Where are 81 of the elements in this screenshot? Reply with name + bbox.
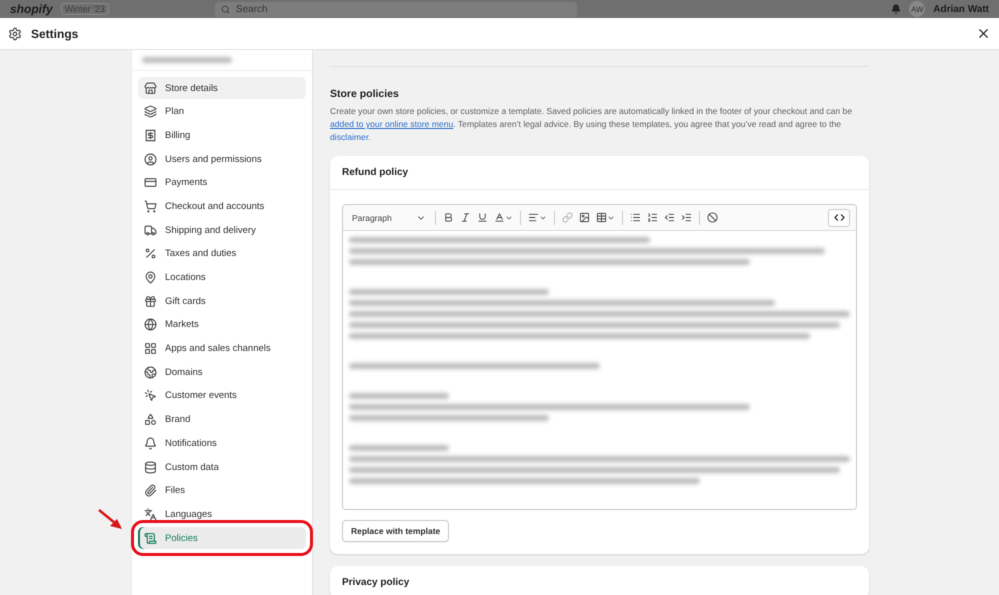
- link[interactable]: disclaimer: [330, 132, 368, 142]
- replace-template-button[interactable]: Replace with template: [342, 520, 450, 542]
- link[interactable]: added to your online store menu: [330, 119, 454, 129]
- numbered-list-icon: [647, 212, 658, 223]
- sidebar-item[interactable]: Notifications: [138, 432, 306, 454]
- shapes-icon: [144, 413, 157, 426]
- code-view-button[interactable]: [828, 208, 850, 226]
- format-dropdown[interactable]: Paragraph: [349, 208, 429, 228]
- sidebar-item[interactable]: Brand: [138, 408, 306, 431]
- sidebar-item[interactable]: Taxes and duties: [138, 242, 306, 265]
- sidebar-item[interactable]: Apps and sales channels: [138, 338, 306, 360]
- credit-card-icon: [144, 176, 157, 190]
- sidebar-item[interactable]: Billing: [138, 124, 306, 146]
- layers-icon: [144, 105, 157, 118]
- numbered-list-button[interactable]: [646, 211, 659, 224]
- search-icon: [220, 4, 230, 14]
- sidebar-item[interactable]: Users and permissions: [138, 148, 306, 170]
- link-icon: [562, 212, 573, 223]
- user-name: Adrian Watt: [933, 4, 989, 14]
- window-title: Settings: [31, 26, 80, 40]
- translate-icon: [144, 508, 157, 521]
- settings-icon: [8, 26, 22, 40]
- clear-format-button[interactable]: [706, 211, 719, 224]
- avatar[interactable]: AW: [909, 1, 926, 17]
- indent-button[interactable]: [680, 211, 693, 224]
- bell-icon: [144, 436, 157, 450]
- text-color-icon: [494, 212, 505, 223]
- user-icon: [144, 152, 157, 166]
- sidebar-item[interactable]: Files: [138, 480, 306, 502]
- sidebar-item[interactable]: Locations: [138, 266, 306, 288]
- align-left-button[interactable]: [527, 211, 548, 224]
- percent-icon: [144, 247, 157, 260]
- card-title: Privacy policy: [342, 577, 410, 588]
- pin-icon: [144, 271, 157, 284]
- table-icon: [596, 212, 607, 223]
- sidebar-item[interactable]: Languages: [138, 503, 306, 526]
- sidebar-item[interactable]: Plan: [138, 100, 306, 123]
- section-title: Store policies: [330, 88, 400, 100]
- bell-icon[interactable]: [891, 4, 902, 14]
- globe-icon: [144, 318, 157, 332]
- globe-icon: [144, 366, 157, 379]
- underline-icon: [477, 212, 488, 223]
- paperclip-icon: [144, 484, 157, 498]
- section-description: Create your own store policies, or customize a template. Saved policies are automatically linked in the footer of your checkout and can be added to your online store menu. Templates aren’t legal advice. By using these templates, you agree that you’ve read and agree to the disclaimer.: [330, 105, 854, 144]
- logo-text: shopify: [10, 2, 53, 16]
- underline-button[interactable]: [476, 211, 489, 224]
- text-color-button[interactable]: [493, 211, 514, 224]
- gift-icon: [144, 294, 157, 308]
- table-button[interactable]: [595, 211, 616, 224]
- sidebar-item[interactable]: Markets: [138, 314, 306, 336]
- sidebar-item[interactable]: Custom data: [138, 456, 306, 478]
- indent-icon: [681, 212, 692, 223]
- image-button[interactable]: [578, 211, 591, 224]
- bullet-list-icon: [630, 212, 641, 223]
- sidebar-item[interactable]: Gift cards: [138, 290, 306, 312]
- close-button[interactable]: [976, 26, 991, 41]
- outdent-icon: [664, 212, 675, 223]
- pointer-icon: [144, 389, 157, 402]
- database-icon: [144, 460, 157, 474]
- italic-icon: [460, 212, 471, 223]
- arrow-icon: [98, 509, 124, 532]
- sidebar-item[interactable]: Customer events: [138, 384, 306, 407]
- grid-icon: [144, 342, 157, 356]
- align-left-icon: [528, 212, 539, 223]
- scroll-icon: [144, 532, 157, 545]
- code-icon: [834, 212, 844, 223]
- cart-icon: [144, 200, 157, 213]
- card-title: Refund policy: [342, 167, 410, 178]
- sidebar-item[interactable]: Checkout and accounts: [138, 195, 306, 218]
- sidebar-item[interactable]: Shipping and delivery: [138, 219, 306, 242]
- italic-button[interactable]: [459, 211, 472, 224]
- sidebar-item[interactable]: Domains: [138, 361, 306, 384]
- clear-format-icon: [707, 212, 718, 223]
- sidebar-item[interactable]: Store details: [138, 77, 306, 99]
- receipt-icon: [144, 128, 157, 142]
- truck-icon: [144, 224, 157, 237]
- outdent-button[interactable]: [663, 211, 676, 224]
- store-icon: [144, 82, 157, 94]
- image-icon: [579, 212, 590, 223]
- sidebar-item[interactable]: Payments: [138, 172, 306, 194]
- bold-icon: [443, 212, 454, 223]
